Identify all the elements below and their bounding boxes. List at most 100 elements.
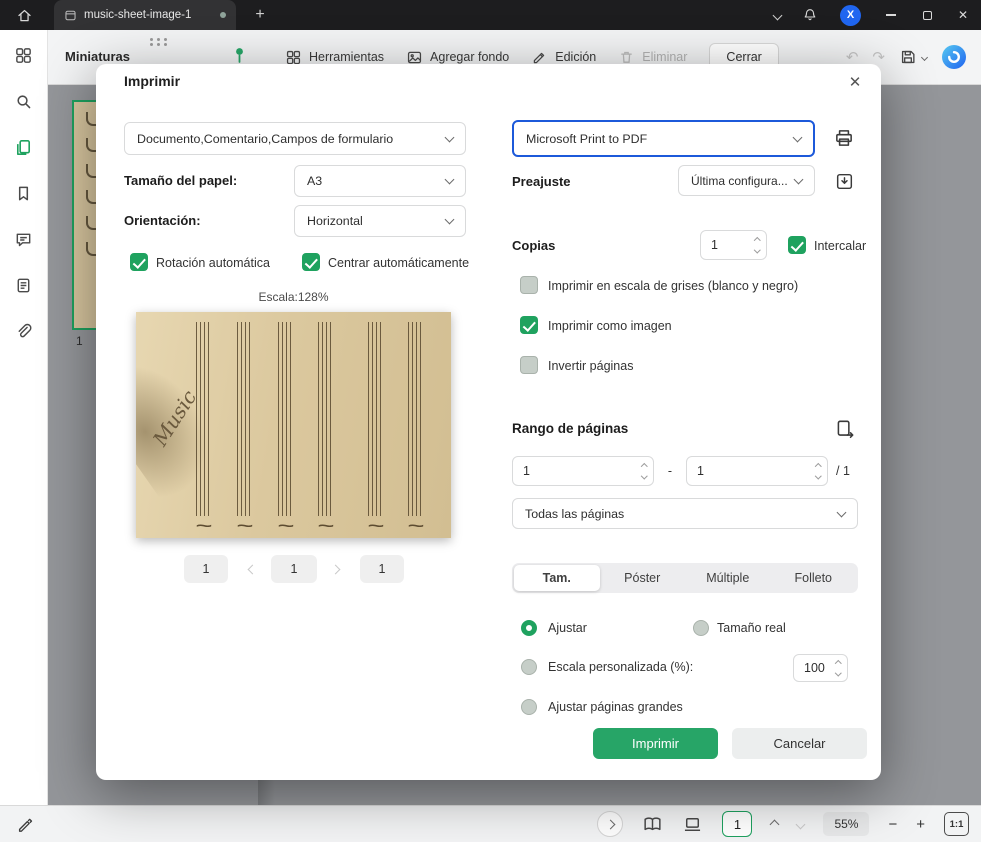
maximize-button[interactable]: [909, 0, 945, 30]
collate-checkbox[interactable]: [788, 236, 806, 254]
previous-page-icon[interactable]: [770, 819, 780, 829]
reader-mode-icon[interactable]: [642, 814, 663, 835]
delete-button[interactable]: Eliminar: [618, 49, 687, 66]
range-total: / 1: [836, 464, 850, 478]
reverse-pages-checkbox[interactable]: [520, 356, 538, 374]
chevron-down-icon[interactable]: [762, 10, 792, 20]
fit-radio[interactable]: [521, 620, 537, 636]
save-preset-button[interactable]: [830, 167, 858, 195]
save-preset-icon: [836, 173, 852, 189]
staff-lines: [368, 322, 384, 516]
paper-size-select[interactable]: A3: [294, 165, 466, 197]
notifications-bell-icon[interactable]: [792, 7, 828, 23]
copies-label: Copias: [512, 238, 556, 253]
attachments-paperclip-icon[interactable]: [14, 322, 33, 341]
print-as-image-checkbox[interactable]: [520, 316, 538, 334]
stylus-icon[interactable]: [16, 815, 34, 833]
search-icon[interactable]: [14, 92, 33, 111]
pages-subset-select[interactable]: Todas las páginas: [512, 498, 858, 529]
save-button[interactable]: [899, 48, 929, 66]
trash-icon: [621, 51, 633, 63]
pager-current-page[interactable]: 1: [271, 555, 317, 583]
orientation-select[interactable]: Horizontal: [294, 205, 466, 237]
home-icon[interactable]: [0, 0, 48, 30]
custom-scale-input[interactable]: 100: [793, 654, 848, 682]
actual-size-button[interactable]: 1:1: [944, 812, 969, 836]
drag-handle-icon[interactable]: [150, 38, 168, 46]
collate-label: Intercalar: [814, 239, 867, 253]
image-icon: [407, 51, 422, 63]
tools-grid-icon: [286, 50, 301, 64]
print-content-select[interactable]: Documento,Comentario,Campos de formulari…: [124, 122, 466, 155]
pager-next-icon[interactable]: [327, 555, 343, 583]
grayscale-checkbox[interactable]: [520, 276, 538, 294]
page-curl-shadow: [136, 335, 238, 509]
close-window-button[interactable]: ✕: [945, 0, 981, 30]
printer-properties-button[interactable]: [830, 124, 858, 152]
copies-input[interactable]: 1: [700, 230, 767, 260]
actual-size-label: Tamaño real: [717, 621, 786, 635]
custom-scale-radio[interactable]: [521, 659, 537, 675]
zoom-level[interactable]: 55%: [823, 812, 870, 836]
range-from-input[interactable]: 1: [512, 456, 654, 486]
expand-toolbar-button[interactable]: [597, 811, 624, 837]
stepper-icon[interactable]: [640, 463, 647, 479]
chevron-down-icon: [836, 507, 847, 517]
redo-icon[interactable]: ↷: [872, 48, 885, 66]
print-preview: Music: [136, 312, 451, 538]
pin-icon[interactable]: [232, 46, 247, 64]
screen-view-icon[interactable]: [682, 814, 703, 835]
document-tab[interactable]: music-sheet-image-1: [54, 0, 236, 30]
auto-rotate-checkbox[interactable]: [130, 253, 148, 271]
print-as-image-label: Imprimir como imagen: [548, 319, 672, 333]
page-number-input[interactable]: 1: [722, 811, 753, 837]
minimize-button[interactable]: [873, 0, 909, 30]
user-avatar[interactable]: X: [840, 4, 861, 26]
tools-menu-button[interactable]: Herramientas: [285, 49, 384, 66]
zoom-in-button[interactable]: +: [916, 816, 925, 833]
printer-icon: [836, 130, 852, 146]
tab-modified-dot: [220, 12, 226, 18]
fit-large-pages-label: Ajustar páginas grandes: [548, 700, 683, 714]
tab-poster[interactable]: Póster: [600, 565, 686, 591]
reverse-pages-label: Invertir páginas: [548, 359, 634, 373]
app-logo[interactable]: [941, 44, 967, 70]
stepper-icon[interactable]: [834, 660, 841, 676]
thumbnails-panel-icon[interactable]: [14, 138, 33, 157]
comments-icon[interactable]: [14, 230, 33, 249]
save-icon: [901, 50, 915, 64]
pager-previous-icon[interactable]: [244, 555, 260, 583]
edit-button[interactable]: Edición: [531, 49, 596, 66]
notes-icon[interactable]: [14, 276, 33, 295]
tab-booklet[interactable]: Folleto: [771, 565, 857, 591]
pager-first-page[interactable]: 1: [184, 555, 228, 583]
new-tab-button[interactable]: +: [250, 0, 270, 30]
next-page-icon[interactable]: [796, 819, 806, 829]
stepper-icon[interactable]: [753, 237, 760, 253]
auto-center-checkbox[interactable]: [302, 253, 320, 271]
cancel-button[interactable]: Cancelar: [732, 728, 867, 759]
chevron-down-icon: [444, 132, 455, 142]
apps-grid-icon[interactable]: [14, 46, 33, 65]
range-to-input[interactable]: 1: [686, 456, 828, 486]
page-range-label: Rango de páginas: [512, 421, 629, 436]
preset-select[interactable]: Última configura...: [678, 165, 815, 196]
statusbar: 1 55% − + 1:1: [0, 805, 981, 842]
zoom-out-button[interactable]: −: [888, 816, 897, 833]
left-sidebar: [0, 30, 48, 805]
fit-large-pages-radio[interactable]: [521, 699, 537, 715]
tab-size[interactable]: Tam.: [514, 565, 600, 591]
bookmark-icon[interactable]: [14, 184, 33, 203]
chevron-down-icon: [444, 174, 455, 185]
thumbnails-panel-title: Miniaturas: [65, 49, 131, 64]
pager-last-page[interactable]: 1: [360, 555, 404, 583]
dialog-close-icon[interactable]: ✕: [843, 70, 867, 94]
tab-multiple[interactable]: Múltiple: [685, 565, 771, 591]
actual-size-radio[interactable]: [693, 620, 709, 636]
stepper-icon[interactable]: [814, 463, 821, 479]
printer-select[interactable]: Microsoft Print to PDF: [512, 120, 815, 157]
staff-lines: [278, 322, 294, 516]
page-range-icon[interactable]: [832, 416, 858, 442]
print-button[interactable]: Imprimir: [593, 728, 718, 759]
add-background-button[interactable]: Agregar fondo: [406, 49, 509, 66]
